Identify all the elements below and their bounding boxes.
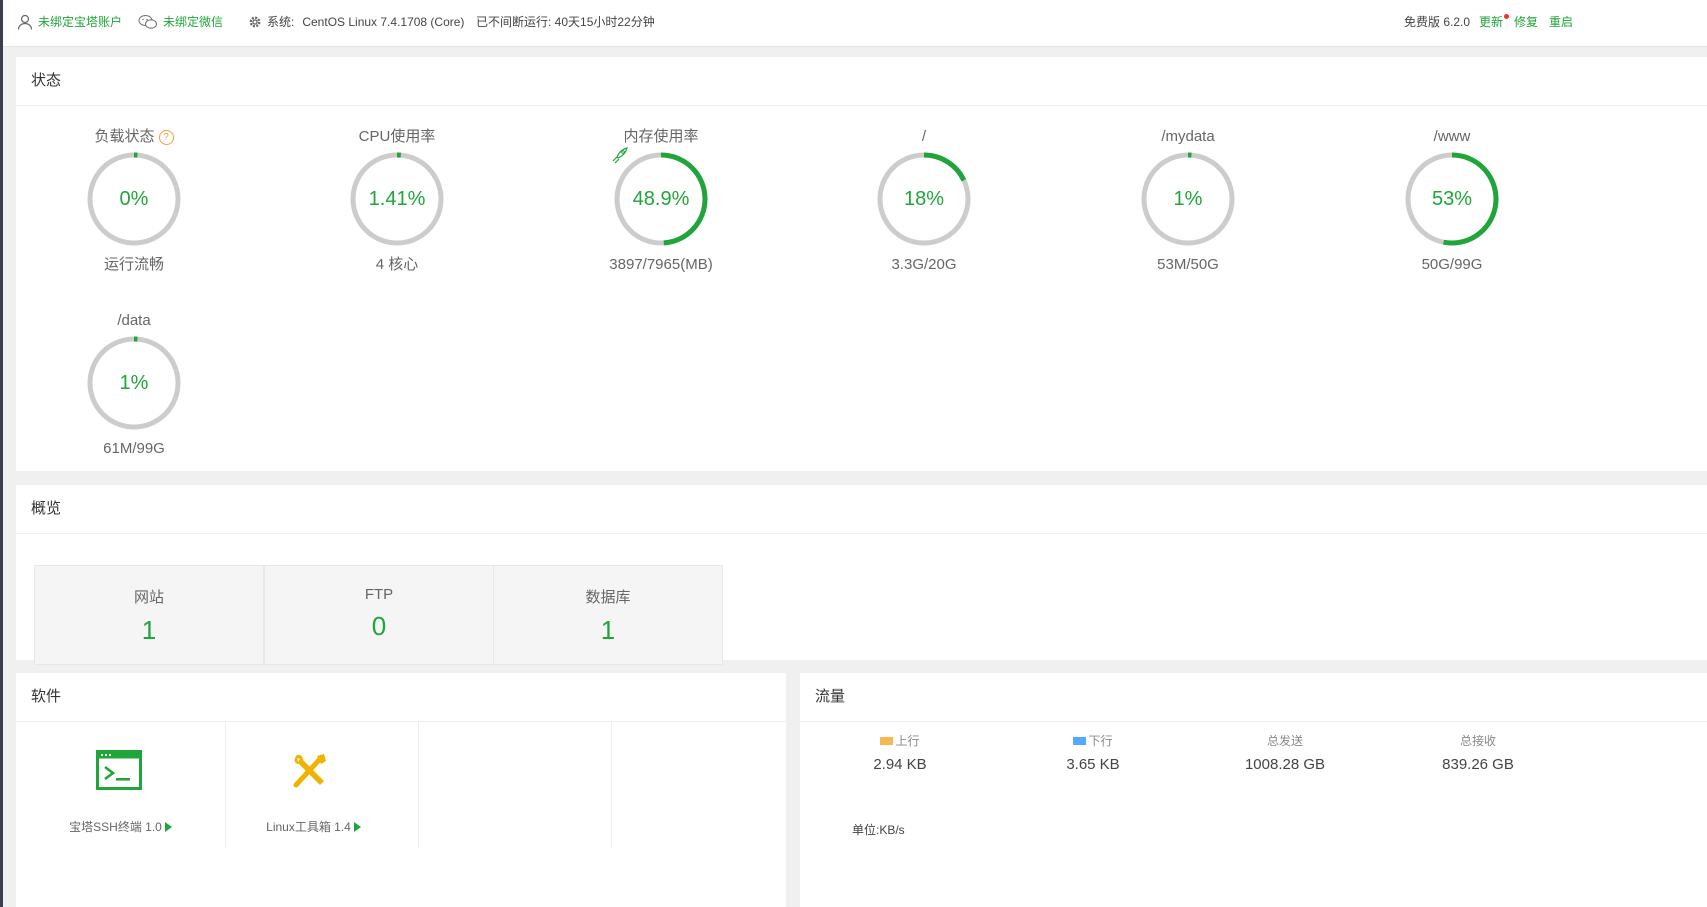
left-edge-bar (0, 0, 3, 907)
gauge-title: /www (1433, 128, 1471, 145)
traffic-value: 1008.28 GB (1244, 756, 1326, 773)
legend-swatch (880, 737, 894, 745)
gauge-ring: 48.9% (609, 147, 713, 251)
gauge-ring: 0% (82, 147, 186, 251)
traffic-upload: 上行 2.94 KB (800, 732, 1000, 773)
software-item-ssh[interactable]: 宝塔SSH终端 1.0 (16, 722, 226, 848)
gauge-sub: 4 核心 (375, 256, 419, 273)
overview-value: 0 (371, 611, 387, 641)
gauge-title: /mydata (1161, 128, 1215, 145)
traffic-value: 2.94 KB (873, 756, 927, 773)
cpu-gauge[interactable]: CPU使用率 1.41% 4 核心 (282, 127, 512, 275)
overview-label: 数据库 (585, 589, 631, 606)
traffic-total-sent: 总发送 1008.28 GB (1185, 732, 1385, 773)
disk-www-gauge[interactable]: /www 53% 50G/99G (1337, 127, 1567, 275)
overview-label: FTP (364, 586, 394, 603)
gauge-value: 0% (119, 188, 149, 210)
load-gauge[interactable]: 负载状态? 0% 运行流畅 (19, 127, 249, 275)
overview-value: 1 (141, 615, 157, 645)
bind-wechat-link[interactable]: 未绑定微信 (138, 13, 223, 31)
gauge-ring: 1% (82, 331, 186, 435)
gauge-value: 1.41% (368, 188, 426, 210)
disk-root-gauge[interactable]: / 18% 3.3G/20G (809, 127, 1039, 275)
gauge-sub: 3.3G/20G (891, 256, 957, 273)
gauge-value: 53% (1431, 188, 1473, 210)
update-link[interactable]: 更新 (1479, 13, 1510, 31)
tools-icon (293, 754, 326, 788)
gauge-ring: 1.41% (345, 147, 449, 251)
wechat-icon (138, 14, 158, 29)
gauge-title: CPU使用率 (358, 128, 436, 145)
bind-wechat-label: 未绑定微信 (163, 15, 224, 29)
uptime-text: 已不间断运行: 40天15小时22分钟 (476, 15, 655, 29)
system-label: 系统: (267, 15, 295, 29)
gauge-value: 1% (119, 372, 149, 394)
gauge-ring: 53% (1400, 147, 1504, 251)
disk-mydata-gauge[interactable]: /mydata 1% 53M/50G (1073, 127, 1303, 275)
gauge-sub: 61M/99G (103, 440, 165, 457)
repair-link[interactable]: 修复 (1514, 13, 1538, 31)
software-slot-empty (402, 722, 612, 848)
gauge-value: 1% (1173, 188, 1203, 210)
gauge-ring: 18% (872, 147, 976, 251)
traffic-label: 总发送 (1266, 734, 1303, 748)
overview-value: 1 (600, 615, 616, 645)
traffic-label: 下行 (993, 732, 1193, 749)
traffic-value: 839.26 GB (1442, 756, 1514, 773)
traffic-download: 下行 3.65 KB (993, 732, 1193, 773)
gauge-sub: 50G/99G (1421, 256, 1483, 273)
overview-card-ftp[interactable]: FTP 0 (264, 565, 494, 665)
overview-panel: 概览 网站 1 FTP 0 数据库 1 (16, 485, 1707, 665)
overview-card-databases[interactable]: 数据库 1 (493, 565, 723, 665)
traffic-value: 3.65 KB (1066, 756, 1120, 773)
gauge-title: /data (117, 312, 151, 329)
traffic-label: 总接收 (1459, 734, 1496, 748)
traffic-label: 上行 (800, 732, 1000, 749)
legend-swatch (1073, 737, 1087, 745)
overview-card-websites[interactable]: 网站 1 (34, 565, 264, 665)
help-icon[interactable]: ? (158, 130, 174, 145)
terminal-icon (96, 750, 142, 790)
traffic-unit-label: 单位:KB/s (852, 823, 905, 837)
memory-gauge[interactable]: 内存使用率 48.9% 3897/7965(MB) (546, 127, 776, 275)
play-arrow-icon[interactable] (353, 822, 361, 832)
version-text: 免费版 6.2.0 (1404, 15, 1471, 29)
traffic-title: 流量 (800, 673, 1707, 722)
gauge-value: 18% (903, 188, 945, 210)
system-value: CentOS Linux 7.4.1708 (Core) (302, 15, 465, 29)
gauge-ring: 1% (1136, 147, 1240, 251)
gauge-sub: 运行流畅 (103, 256, 164, 273)
gauge-sub: 3897/7965(MB) (609, 256, 713, 273)
status-title: 状态 (16, 57, 1707, 106)
user-icon (17, 14, 33, 30)
status-panel: 状态 负载状态? 0% 运行流畅 CPU使用率 1.41% 4 核心 内存使用率… (16, 57, 1707, 471)
gear-icon (249, 16, 261, 28)
gauge-title: 内存使用率 (623, 128, 699, 145)
software-label: Linux工具箱 1.4 (209, 818, 418, 835)
software-item-linux-tools[interactable]: Linux工具箱 1.4 (209, 722, 419, 848)
software-panel: 软件 宝塔SSH终端 1.0 Linux工具箱 1.4 (16, 673, 786, 907)
play-arrow-icon[interactable] (164, 822, 172, 832)
bind-account-link[interactable]: 未绑定宝塔账户 (17, 13, 122, 31)
overview-label: 网站 (133, 589, 164, 606)
restart-link[interactable]: 重启 (1549, 13, 1573, 31)
software-slot-empty (594, 722, 803, 848)
software-title: 软件 (16, 673, 786, 722)
update-dot (1504, 13, 1510, 19)
gauge-title: / (921, 128, 927, 145)
update-label: 更新 (1479, 15, 1504, 29)
gauge-value: 48.9% (632, 188, 690, 210)
bind-account-label: 未绑定宝塔账户 (38, 15, 123, 29)
disk-data-gauge[interactable]: /data 1% 61M/99G (19, 311, 249, 459)
top-bar: 未绑定宝塔账户 未绑定微信 系统: CentOS Linux 7.4.1708 … (3, 0, 1707, 47)
overview-title: 概览 (16, 485, 1707, 534)
traffic-total-received: 总接收 839.26 GB (1378, 732, 1578, 773)
gauge-sub: 53M/50G (1157, 256, 1219, 273)
traffic-panel: 流量 上行 2.94 KB 下行 3.65 KB 总发送 1008.28 GB … (800, 673, 1707, 907)
gauge-title: 负载状态? (19, 127, 249, 147)
system-info: 系统: CentOS Linux 7.4.1708 (Core) (248, 13, 464, 31)
software-label: 宝塔SSH终端 1.0 (16, 818, 225, 835)
